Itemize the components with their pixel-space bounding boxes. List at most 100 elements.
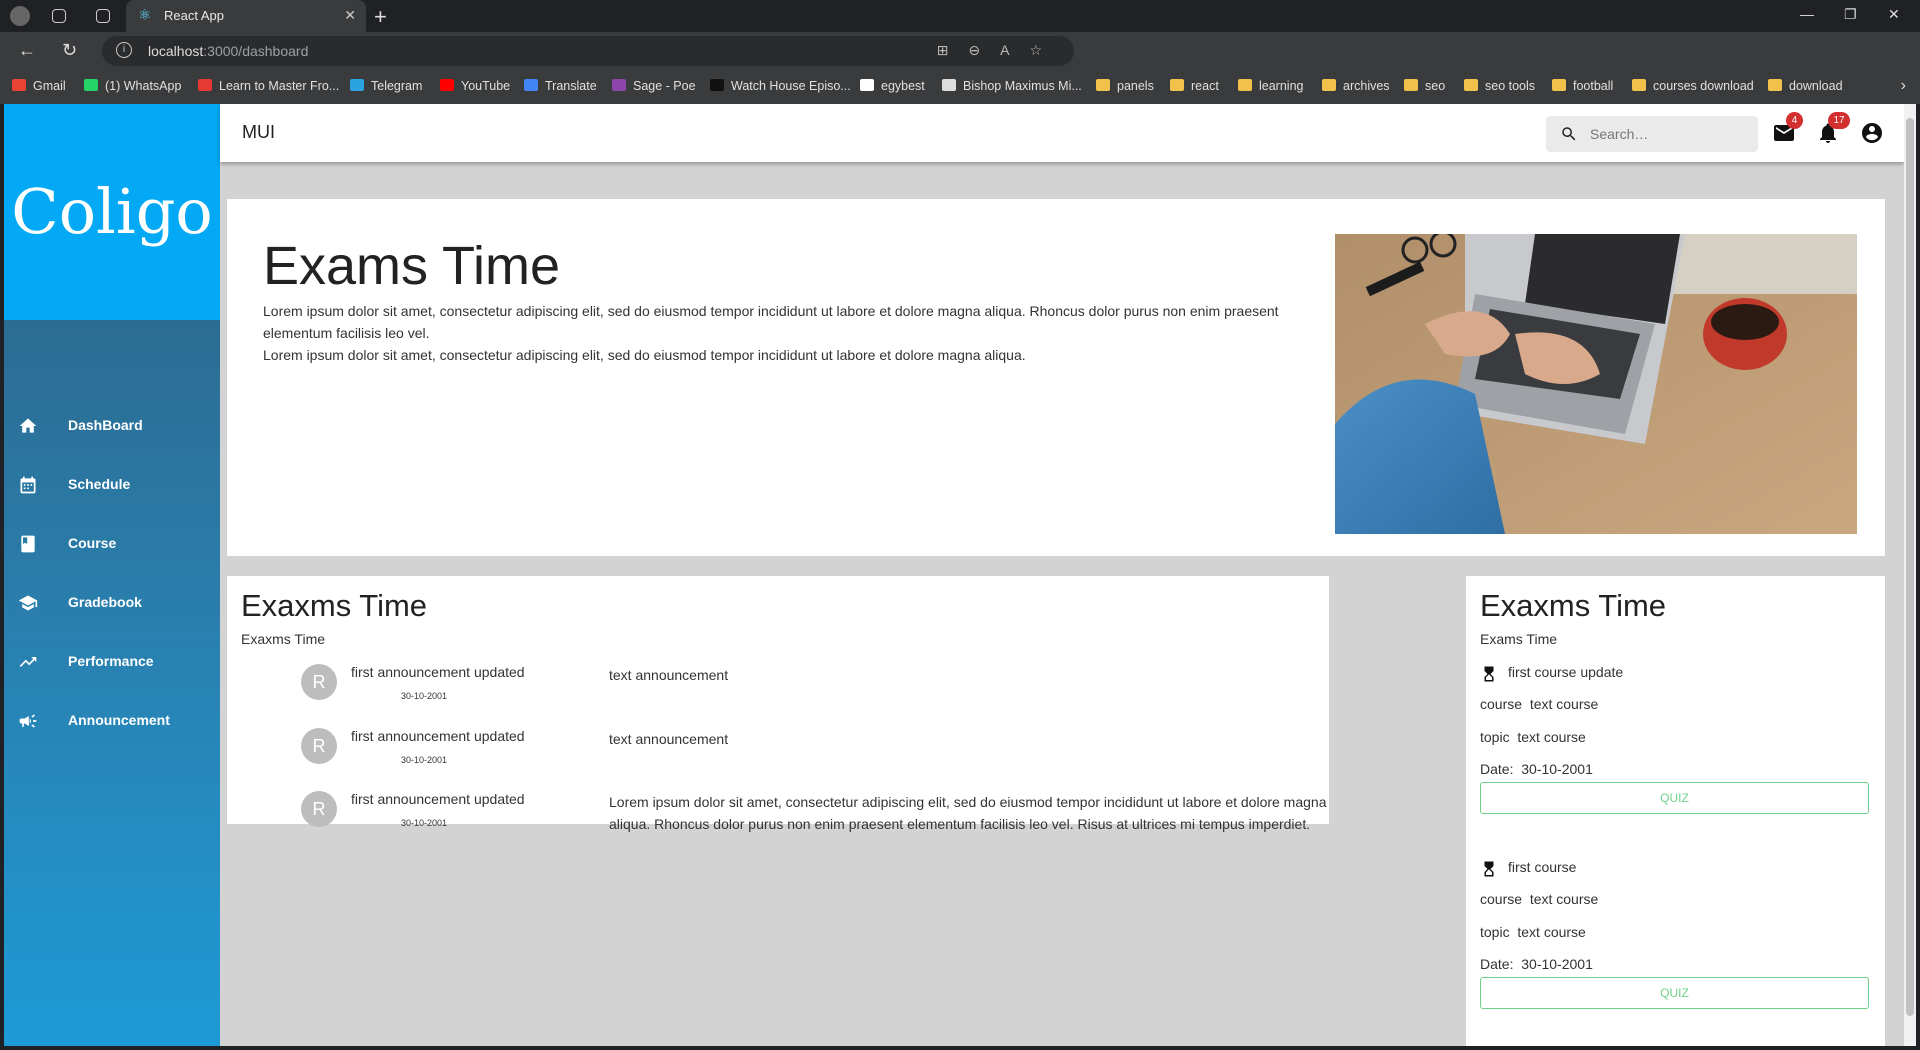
address-bar[interactable]: i localhost:3000/dashboard ⊞⊖A☆ xyxy=(102,36,1074,66)
search-input[interactable]: Search… xyxy=(1546,116,1758,152)
workspaces-icon[interactable] xyxy=(52,9,66,23)
sidebar-item-label: Course xyxy=(68,535,117,551)
new-tab-icon[interactable]: + xyxy=(374,4,387,30)
list-item: R first announcement updated 30-10-2001 … xyxy=(227,791,1327,851)
bookmark-label: panels xyxy=(1117,79,1154,93)
restore-icon[interactable]: ❐ xyxy=(1844,6,1857,23)
quiz-button[interactable]: QUIZ xyxy=(1480,782,1869,814)
bookmark-item[interactable]: courses download xyxy=(1632,79,1754,93)
folder-icon xyxy=(1404,79,1418,91)
hero-title: Exams Time xyxy=(263,236,561,296)
favicon-icon xyxy=(350,79,364,91)
profile-avatar-icon[interactable] xyxy=(10,6,30,26)
home-icon xyxy=(19,418,37,433)
favicon-icon xyxy=(942,79,956,91)
favicon-icon xyxy=(440,79,454,91)
bookmark-item[interactable]: football xyxy=(1552,79,1613,93)
bookmark-item[interactable]: Bishop Maximus Mi... xyxy=(942,79,1082,93)
address-bar-actions[interactable]: ⊞⊖A☆ xyxy=(937,42,1062,59)
bookmark-item[interactable]: Learn to Master Fro... xyxy=(198,79,339,93)
notifications-badge: 17 xyxy=(1828,112,1850,129)
close-window-icon[interactable]: ✕ xyxy=(1888,6,1900,23)
browser-tab[interactable]: ⚛ React App ✕ xyxy=(126,0,366,32)
app-brand: MUI xyxy=(242,122,275,142)
list-item: R first announcement updated 30-10-2001 … xyxy=(227,728,1327,788)
bookmark-item[interactable]: download xyxy=(1768,79,1843,93)
tab-title: React App xyxy=(164,8,224,23)
bookmark-item[interactable]: seo tools xyxy=(1464,79,1535,93)
bookmark-item[interactable]: archives xyxy=(1322,79,1390,93)
bookmark-label: (1) WhatsApp xyxy=(105,79,182,93)
bookmark-item[interactable]: Sage - Poe xyxy=(612,79,696,93)
bookmark-item[interactable]: Translate xyxy=(524,79,597,93)
date-row: Date: 30-10-2001 xyxy=(1480,956,1593,972)
bookmark-item[interactable]: Telegram xyxy=(350,79,422,93)
list-item: R first announcement updated 30-10-2001 … xyxy=(227,664,1327,724)
bookmark-item[interactable]: learning xyxy=(1238,79,1303,93)
announcement-date: 30-10-2001 xyxy=(401,691,448,701)
search-placeholder: Search… xyxy=(1590,126,1649,142)
folder-icon xyxy=(1238,79,1252,91)
folder-icon xyxy=(1552,79,1566,91)
bookmark-label: seo xyxy=(1425,79,1446,93)
sidebar-item-dashboard[interactable]: DashBoard xyxy=(4,398,220,454)
close-tab-icon[interactable]: ✕ xyxy=(344,7,356,24)
bookmark-label: Watch House Episo... xyxy=(731,79,851,93)
hourglass-icon xyxy=(1484,861,1494,877)
tab-actions-icon[interactable] xyxy=(96,9,110,23)
back-icon[interactable]: ← xyxy=(18,40,36,61)
bookmark-item[interactable]: react xyxy=(1170,79,1219,93)
bookmark-item[interactable]: Gmail xyxy=(12,79,66,93)
announcement-title: first announcement updated xyxy=(351,791,525,807)
book-icon xyxy=(21,535,35,553)
address-bar-row: ← ↻ i localhost:3000/dashboard ⊞⊖A☆ 文 ⚙ … xyxy=(0,32,1920,95)
app-viewport: Coligo DashBoard Schedule Course Gradebo… xyxy=(4,104,1904,1046)
chevron-right-icon[interactable]: › xyxy=(1901,77,1906,95)
mail-badge: 4 xyxy=(1786,112,1803,129)
sidebar-item-performance[interactable]: Performance xyxy=(4,634,220,690)
avatar: R xyxy=(301,664,337,700)
site-info-icon[interactable]: i xyxy=(116,42,132,58)
bookmark-item[interactable]: seo xyxy=(1404,79,1445,93)
bookmark-item[interactable]: YouTube xyxy=(440,79,510,93)
folder-icon xyxy=(1464,79,1478,91)
page-scrollbar[interactable] xyxy=(1904,104,1916,1046)
bookmark-item[interactable]: panels xyxy=(1096,79,1154,93)
bookmark-item[interactable]: (1) WhatsApp xyxy=(84,79,181,93)
calendar-icon xyxy=(20,476,36,494)
bookmark-label: YouTube xyxy=(461,79,511,93)
announcement-title: first announcement updated xyxy=(351,728,525,744)
bookmark-item[interactable]: Watch House Episo... xyxy=(710,79,851,93)
sidebar-item-label: DashBoard xyxy=(68,417,143,433)
bookmark-label: football xyxy=(1573,79,1614,93)
refresh-icon[interactable]: ↻ xyxy=(62,40,77,61)
bookmark-label: learning xyxy=(1259,79,1304,93)
course-title: first course xyxy=(1508,859,1577,875)
minimize-icon[interactable]: — xyxy=(1800,6,1814,22)
hero-paragraph: Lorem ipsum dolor sit amet, consectetur … xyxy=(263,303,1279,341)
sidebar-item-label: Announcement xyxy=(68,712,170,728)
date-row: Date: 30-10-2001 xyxy=(1480,761,1593,777)
announcement-text: Lorem ipsum dolor sit amet, consectetur … xyxy=(609,794,1327,832)
account-icon[interactable] xyxy=(1860,121,1884,145)
due-subtitle: Exams Time xyxy=(1480,631,1558,647)
folder-icon xyxy=(1322,79,1336,91)
favicon-icon xyxy=(524,79,538,91)
favicon-icon xyxy=(12,79,26,91)
bookmark-label: courses download xyxy=(1653,79,1754,93)
announcement-title: first announcement updated xyxy=(351,664,525,680)
sidebar-item-course[interactable]: Course xyxy=(4,516,220,572)
sidebar-item-schedule[interactable]: Schedule xyxy=(4,457,220,513)
course-row: course text course xyxy=(1480,696,1599,712)
bookmarks-bar: › Gmail (1) WhatsApp Learn to Master Fro..… xyxy=(0,70,1920,104)
sidebar-item-announcement[interactable]: Announcement xyxy=(4,693,220,749)
quiz-button[interactable]: QUIZ xyxy=(1480,977,1869,1009)
announcements-subtitle: Exaxms Time xyxy=(241,631,326,647)
campaign-icon xyxy=(19,714,37,728)
sidebar-item-gradebook[interactable]: Gradebook xyxy=(4,575,220,631)
favicon-icon xyxy=(198,79,212,91)
bookmark-label: react xyxy=(1191,79,1219,93)
scrollbar-thumb[interactable] xyxy=(1906,118,1914,1016)
bookmark-item[interactable]: egybest xyxy=(860,79,925,93)
bookmark-label: Gmail xyxy=(33,79,66,93)
